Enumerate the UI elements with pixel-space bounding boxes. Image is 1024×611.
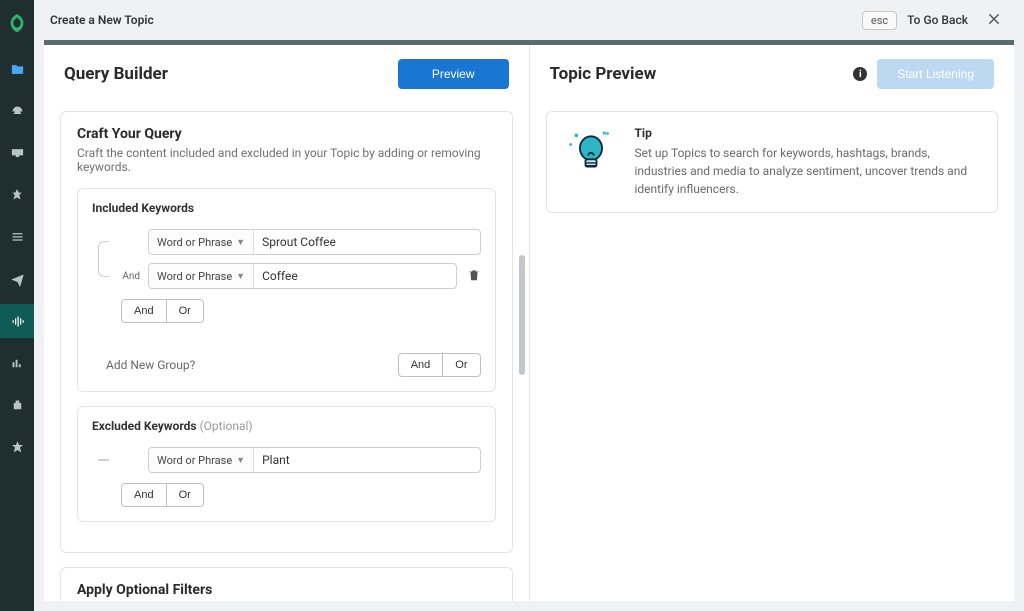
and-button[interactable]: And: [121, 299, 167, 323]
excluded-title-label: Excluded Keywords: [92, 419, 197, 433]
keyword-input-combo[interactable]: Word or Phrase ▼ Sprout Coffee: [148, 229, 481, 255]
keyword-row: Word or Phrase ▼ Plant: [118, 447, 481, 473]
or-button[interactable]: Or: [167, 299, 204, 323]
craft-query-desc: Craft the content included and excluded …: [77, 146, 496, 174]
sidebar-item-publishing[interactable]: [0, 262, 34, 296]
included-keywords-title: Included Keywords: [92, 201, 481, 215]
keyword-value[interactable]: Plant: [254, 448, 479, 472]
excluded-keywords-card: Excluded Keywords (Optional) Word or Phr…: [77, 406, 496, 522]
keyword-type-select[interactable]: Word or Phrase ▼: [149, 264, 254, 288]
excluded-keywords-title: Excluded Keywords (Optional): [92, 419, 481, 433]
keyword-input-combo[interactable]: Word or Phrase ▼ Coffee: [148, 263, 457, 289]
keyword-input-combo[interactable]: Word or Phrase ▼ Plant: [148, 447, 481, 473]
group-or-button[interactable]: Or: [443, 353, 480, 377]
topic-preview-header: Topic Preview i Start Listening: [530, 45, 1015, 101]
trash-icon[interactable]: [467, 267, 481, 286]
sidebar-item-listening[interactable]: [0, 304, 34, 338]
sidebar-item-inbox[interactable]: [0, 136, 34, 170]
included-keywords-card: Included Keywords Word or Phrase ▼ Sprou…: [77, 188, 496, 392]
keyword-type-label: Word or Phrase: [157, 270, 232, 283]
chevron-down-icon: ▼: [236, 455, 245, 466]
info-icon[interactable]: i: [853, 67, 867, 81]
esc-key-hint: esc: [862, 11, 897, 30]
close-icon[interactable]: [986, 11, 1002, 30]
page-title: Create a New Topic: [50, 13, 154, 27]
topic-preview-heading: Topic Preview: [550, 64, 657, 84]
brand-logo: [6, 12, 28, 34]
keyword-row: And Word or Phrase ▼ Coffee: [118, 263, 481, 289]
preview-button[interactable]: Preview: [398, 59, 509, 89]
sidebar-item-feed[interactable]: [0, 220, 34, 254]
chevron-down-icon: ▼: [236, 237, 245, 248]
tip-body: Set up Topics to search for keywords, ha…: [635, 144, 982, 198]
tip-card: Tip Set up Topics to search for keywords…: [546, 111, 999, 213]
tip-title: Tip: [635, 126, 982, 140]
keyword-type-label: Word or Phrase: [157, 454, 232, 467]
connector-label: And: [118, 271, 140, 282]
and-button[interactable]: And: [121, 483, 167, 507]
query-builder-header: Query Builder Preview: [44, 45, 529, 101]
sidebar-item-folder[interactable]: [0, 52, 34, 86]
group-and-button[interactable]: And: [398, 353, 444, 377]
keyword-row: Word or Phrase ▼ Sprout Coffee: [118, 229, 481, 255]
optional-filters-title: Apply Optional Filters: [77, 582, 496, 598]
sidebar-item-reports[interactable]: [0, 346, 34, 380]
lightbulb-icon: [563, 128, 619, 178]
add-new-group-row: Add New Group? And Or: [92, 347, 481, 377]
start-listening-button[interactable]: Start Listening: [877, 59, 994, 89]
go-back-label: To Go Back: [907, 13, 968, 27]
add-new-group-label: Add New Group?: [106, 358, 195, 372]
craft-query-title: Craft Your Query: [77, 126, 496, 142]
global-sidebar: [0, 0, 34, 611]
scrollbar-thumb[interactable]: [519, 255, 525, 375]
excluded-keyword-group: Word or Phrase ▼ Plant: [92, 447, 481, 473]
optional-filters-card: Apply Optional Filters Use Advanced Filt…: [60, 567, 513, 601]
keyword-value[interactable]: Sprout Coffee: [254, 230, 479, 254]
craft-query-card: Craft Your Query Craft the content inclu…: [60, 111, 513, 553]
topbar: Create a New Topic esc To Go Back: [34, 0, 1024, 40]
keyword-type-label: Word or Phrase: [157, 236, 232, 249]
or-button[interactable]: Or: [167, 483, 204, 507]
query-builder-heading: Query Builder: [64, 64, 168, 84]
chevron-down-icon: ▼: [236, 271, 245, 282]
keyword-type-select[interactable]: Word or Phrase ▼: [149, 448, 254, 472]
keyword-value[interactable]: Coffee: [254, 264, 455, 288]
sidebar-item-reviews[interactable]: [0, 430, 34, 464]
keyword-type-select[interactable]: Word or Phrase ▼: [149, 230, 254, 254]
sidebar-item-dashboard[interactable]: [0, 94, 34, 128]
excluded-optional-label: (Optional): [200, 419, 253, 433]
included-keyword-group: Word or Phrase ▼ Sprout Coffee And: [92, 229, 481, 289]
sidebar-item-pinned[interactable]: [0, 178, 34, 212]
sidebar-item-bot[interactable]: [0, 388, 34, 422]
